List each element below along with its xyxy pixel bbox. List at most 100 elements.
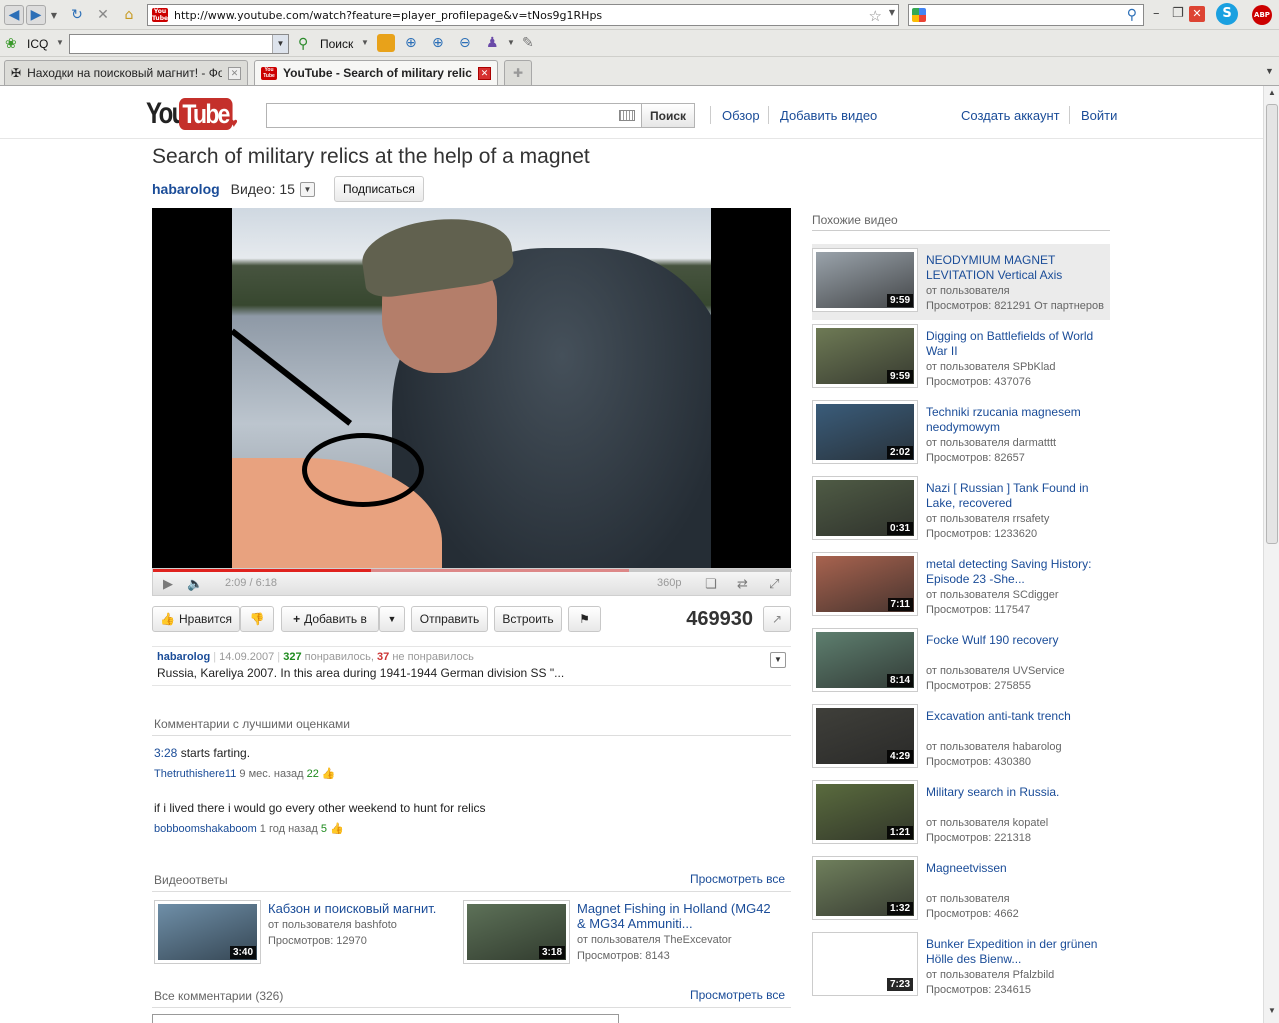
stop-icon[interactable]: ✕ (93, 5, 113, 25)
quality-selector[interactable]: 360p (657, 577, 681, 589)
related-video-item[interactable]: 0:31 Nazi [ Russian ] Tank Found in Lake,… (812, 472, 1110, 548)
related-title[interactable]: Military search in Russia. (926, 785, 1110, 800)
timestamp-link[interactable]: 3:28 (154, 746, 177, 760)
user-dropdown-icon[interactable]: ▼ (507, 38, 515, 47)
response-title[interactable]: Кабзон и поисковый магнит. (268, 901, 468, 916)
thumbnail[interactable]: 1:32 (812, 856, 918, 920)
search-engine-box[interactable]: ⚲ (908, 4, 1144, 26)
thumbnail[interactable]: 4:29 (812, 704, 918, 768)
thumbnail[interactable]: 2:02 (812, 400, 918, 464)
thumbnail[interactable]: 9:59 (812, 324, 918, 388)
add-to-dropdown[interactable]: ▼ (379, 606, 405, 632)
related-video-item[interactable]: 1:21 Military search in Russia. от пользов… (812, 776, 1110, 852)
toolbar-search-icon[interactable]: ⚲ (298, 35, 308, 52)
thumbnail[interactable]: 1:21 (812, 780, 918, 844)
tab-youtube[interactable]: You Tube YouTube - Search of military rel… (254, 60, 498, 85)
stats-button[interactable]: ↗ (763, 606, 791, 632)
zoom-reset-icon[interactable]: ⊕ (432, 34, 444, 51)
scroll-down-icon[interactable]: ▼ (1266, 1006, 1278, 1020)
thumbnail[interactable]: 0:31 (812, 476, 918, 540)
related-video-item[interactable]: 4:29 Excavation anti-tank trench от пользо… (812, 700, 1110, 776)
forward-icon[interactable]: ▶ (26, 5, 46, 25)
restore-icon[interactable]: ❐ (1172, 6, 1184, 21)
info-channel-link[interactable]: habarolog (157, 651, 210, 663)
flag-button[interactable]: ⚑ (568, 606, 601, 632)
back-icon[interactable]: ◀ (4, 5, 24, 25)
related-title[interactable]: Bunker Expedition in der grünen Hölle de… (926, 937, 1110, 967)
subscribe-button[interactable]: Подписаться (333, 176, 424, 202)
popout-icon[interactable]: ❏ (705, 576, 717, 592)
new-tab-button[interactable]: ✚ (504, 60, 532, 85)
share-button[interactable]: Отправить (411, 606, 488, 632)
home-icon[interactable]: ⌂ (119, 5, 139, 25)
bookmark-star-icon[interactable]: ☆ (869, 7, 882, 25)
thumbnail[interactable]: 3:18 (463, 900, 570, 964)
thumbnail[interactable]: 7:11 (812, 552, 918, 616)
nav-upload[interactable]: Добавить видео (780, 108, 877, 123)
address-dropdown-icon[interactable]: ▼ (889, 8, 895, 17)
search-options-icon[interactable]: ▼ (361, 38, 369, 47)
related-video-item[interactable]: 9:59 Digging on Battlefields of World War… (812, 320, 1110, 396)
related-video-item[interactable]: 9:59 NEODYMIUM MAGNET LEVITATION Vertical… (812, 244, 1110, 320)
related-video-item[interactable]: 7:11 metal detecting Saving History: Epis… (812, 548, 1110, 624)
responses-see-all-link[interactable]: Просмотреть все (690, 872, 785, 886)
comments-see-all-link[interactable]: Просмотреть все (690, 988, 785, 1002)
search-icon[interactable]: ⚲ (1127, 6, 1137, 23)
close-window-icon[interactable]: ✕ (1189, 6, 1205, 22)
video-player[interactable] (152, 208, 791, 568)
related-title[interactable]: Techniki rzucania magnesem neodymowym (926, 405, 1110, 435)
youtube-logo[interactable]: You Tube ♥ (146, 97, 238, 131)
zoom-out-icon[interactable]: ⊖ (459, 34, 471, 51)
nav-signin[interactable]: Войти (1081, 108, 1117, 123)
volume-icon[interactable]: 🔈 (187, 576, 203, 592)
related-title[interactable]: Excavation anti-tank trench (926, 709, 1110, 724)
related-video-item[interactable]: 2:02 Techniki rzucania magnesem neodymowy… (812, 396, 1110, 472)
add-to-button[interactable]: + Добавить в (281, 606, 379, 632)
skype-icon[interactable]: S (1216, 3, 1238, 25)
user-icon[interactable]: ♟ (486, 34, 499, 51)
vertical-scrollbar[interactable]: ▲ ▼ (1263, 86, 1279, 1023)
close-tab-icon[interactable]: ✕ (478, 66, 491, 80)
progress-bar[interactable] (153, 569, 792, 572)
history-dropdown-icon[interactable]: ▼ (48, 5, 60, 25)
thumbnail[interactable]: 3:40 (154, 900, 261, 964)
related-title[interactable]: Focke Wulf 190 recovery (926, 633, 1110, 648)
dislike-button[interactable]: 👎 (240, 606, 274, 632)
toolbar-search-button[interactable]: Поиск (320, 37, 353, 51)
comment-user[interactable]: bobboomshakaboom (154, 823, 257, 835)
scroll-up-icon[interactable]: ▲ (1266, 88, 1278, 102)
scrollbar-thumb[interactable] (1266, 104, 1278, 544)
fullscreen-icon[interactable]: ⤢ (769, 576, 779, 592)
related-video-item[interactable]: 8:14 Focke Wulf 190 recovery от пользовате… (812, 624, 1110, 700)
toolbar-search-input[interactable]: ▼ (69, 34, 289, 54)
chevron-down-icon[interactable]: ▼ (272, 35, 288, 53)
tab-list-icon[interactable]: ▼ (1265, 66, 1274, 76)
keyboard-icon[interactable] (619, 110, 635, 121)
related-title[interactable]: metal detecting Saving History: Episode … (926, 557, 1110, 587)
thumbnail[interactable]: 9:59 (812, 248, 918, 312)
related-video-item[interactable]: 1:32 Magneetvissen от пользователя Просмотр… (812, 852, 1110, 928)
google-icon[interactable] (912, 8, 926, 22)
chevron-down-icon[interactable]: ▼ (299, 181, 315, 197)
nav-create-account[interactable]: Создать аккаунт (961, 108, 1060, 123)
thumb-up-icon[interactable]: 👍 (319, 768, 336, 780)
play-icon[interactable]: ▶ (163, 576, 173, 592)
resize-icon[interactable]: ⇄ (737, 576, 748, 592)
video-response-item[interactable]: 3:18 Magnet Fishing in Holland (MG42 & M… (463, 900, 791, 964)
nav-browse[interactable]: Обзор (722, 108, 760, 123)
channel-link[interactable]: habarolog (152, 181, 220, 197)
related-title[interactable]: Magneetvissen (926, 861, 1110, 876)
embed-button[interactable]: Встроить (494, 606, 562, 632)
reload-icon[interactable]: ↻ (67, 5, 87, 25)
related-title[interactable]: Digging on Battlefields of World War II (926, 329, 1110, 359)
youtube-search-input[interactable] (266, 103, 642, 128)
adblock-icon[interactable]: ABP (1252, 5, 1272, 25)
icq-label[interactable]: ICQ (27, 37, 48, 51)
close-tab-icon[interactable]: ✕ (228, 66, 241, 80)
thumbnail[interactable]: 8:14 (812, 628, 918, 692)
minimize-icon[interactable]: – (1153, 6, 1160, 21)
comment-user[interactable]: Thetruthishere11 (154, 768, 236, 780)
zoom-in-icon[interactable]: ⊕ (405, 34, 417, 51)
comment-input[interactable] (152, 1014, 619, 1023)
like-button[interactable]: 👍 Нравится (152, 606, 240, 632)
